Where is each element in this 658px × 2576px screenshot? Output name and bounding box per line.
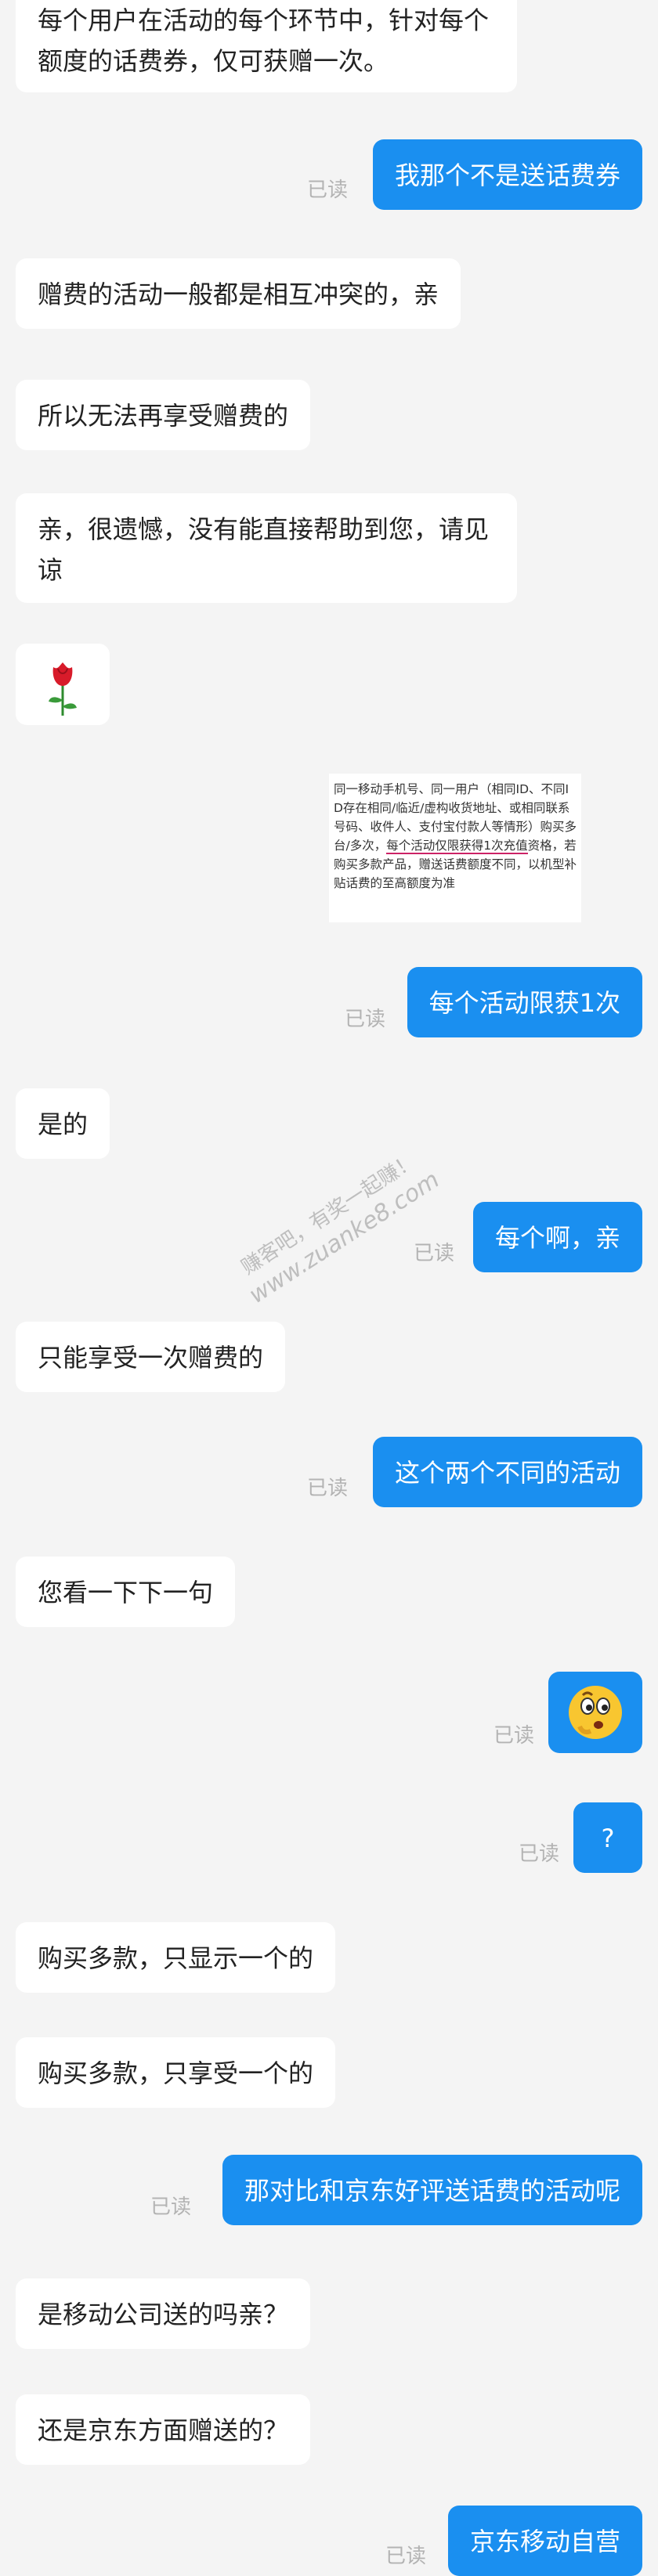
read-status: 已读 [150,2195,192,2219]
image-message-text: 同一移动手机号、同一用户（相同ID、不同ID存在相同/临近/虚构收货地址、或相同… [334,780,577,893]
thinking-face-emoji-icon [569,1686,622,1739]
user-message: 那对比和京东好评送话费的活动呢 [222,2155,642,2225]
image-text-highlight: 每个活动仅限获得1次充值 [386,839,528,854]
agent-message: 是的 [16,1088,110,1159]
agent-message: 您看一下下一句 [16,1557,236,1627]
watermark: 赚客吧，有奖一起赚！ www.zuanke8.com [216,1135,457,1319]
user-message: 每个啊，亲 [472,1202,642,1272]
user-message: ? [573,1802,642,1873]
read-status: 已读 [307,1477,349,1500]
read-status: 已读 [494,1724,535,1748]
user-message: 我那个不是送话费券 [372,139,642,210]
watermark-line2: www.zuanke8.com [244,1166,445,1310]
user-message: 京东移动自营 [447,2506,642,2576]
user-message: 这个两个不同的活动 [372,1437,642,1507]
agent-message: 所以无法再享受赠费的 [16,380,311,450]
agent-message: 购买多款，只显示一个的 [16,1922,336,1993]
agent-message: 亲，很遗憾，没有能直接帮助到您，请见谅 [16,493,517,603]
read-status: 已读 [307,179,349,202]
agent-emoji-message [16,644,110,725]
read-status: 已读 [414,1242,455,1265]
watermark-line1: 赚客吧，有奖一起赚！ [237,1149,421,1280]
agent-message: 是移动公司送的吗亲？ [16,2278,311,2349]
image-message[interactable]: 同一移动手机号、同一用户（相同ID、不同ID存在相同/临近/虚构收货地址、或相同… [329,774,581,922]
agent-message: 还是京东方面赠送的？ [16,2394,311,2465]
read-status: 已读 [385,2545,427,2568]
chat-area: 每个用户在活动的每个环节中，针对每个额度的话费券，仅可获赠一次。 已读 我那个不… [0,0,658,2576]
agent-message: 赠费的活动一般都是相互冲突的，亲 [16,258,461,329]
read-status: 已读 [345,1008,386,1031]
agent-message: 每个用户在活动的每个环节中，针对每个额度的话费券，仅可获赠一次。 [16,0,517,92]
user-emoji-message [548,1672,642,1753]
rose-emoji-icon [49,662,77,716]
agent-message: 只能享受一次赠费的 [16,1322,286,1392]
read-status: 已读 [519,1842,560,1866]
agent-message: 购买多款，只享受一个的 [16,2037,336,2108]
user-message: 每个活动限获1次 [407,967,642,1037]
